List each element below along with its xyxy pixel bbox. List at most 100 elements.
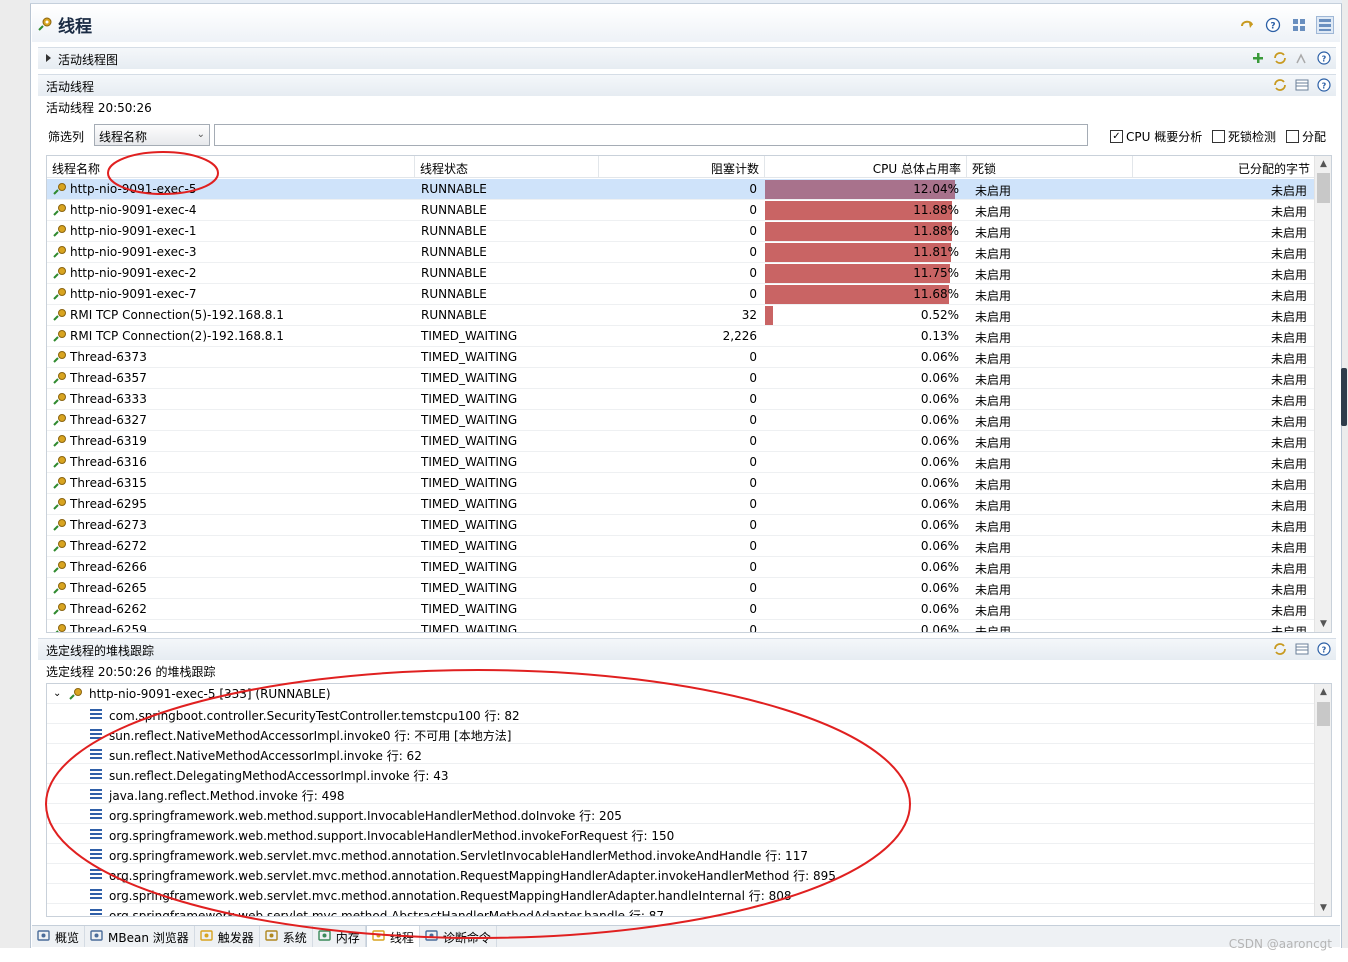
scroll-thumb[interactable] (1317, 702, 1330, 726)
cpu-profiling-checkbox[interactable]: ✓ CPU 概要分析 (1110, 128, 1202, 145)
help-icon[interactable]: ? (1316, 50, 1332, 66)
grid-layout-icon[interactable] (1290, 16, 1308, 34)
tab-trigger[interactable]: 触发器 (195, 926, 260, 947)
thread-deadlock: 未启用 (975, 457, 1012, 471)
thread-icon (53, 456, 66, 468)
table-row[interactable]: RMI TCP Connection(5)-192.168.8.1 RUNNABL… (47, 305, 1315, 326)
stack-frame-row[interactable]: org.springframework.web.servlet.mvc.meth… (47, 864, 1331, 884)
table-row[interactable]: http-nio-9091-exec-4 RUNNABLE 0 11.88% 未启用 未启… (47, 200, 1315, 221)
tab-thread[interactable]: 线程 (365, 926, 420, 947)
table-row[interactable]: Thread-6373 TIMED_WAITING 0 0.06% 未启用 未启用 (47, 347, 1315, 368)
table-row[interactable]: Thread-6266 TIMED_WAITING 0 0.06% 未启用 未启用 (47, 557, 1315, 578)
stack-scrollbar[interactable]: ▲ ▼ (1314, 684, 1331, 916)
tab-mbean[interactable]: MBean 浏览器 (85, 926, 195, 947)
table-row[interactable]: Thread-6327 TIMED_WAITING 0 0.06% 未启用 未启用 (47, 410, 1315, 431)
section-thread-graph[interactable]: 活动线程图 ? (38, 47, 1336, 69)
column-header-allocated[interactable]: 已分配的字节 (1133, 156, 1315, 178)
thread-deadlock: 未启用 (975, 331, 1012, 345)
table-row[interactable]: Thread-6295 TIMED_WAITING 0 0.06% 未启用 未启用 (47, 494, 1315, 515)
table-row[interactable]: http-nio-9091-exec-3 RUNNABLE 0 11.81% 未启用 未启… (47, 242, 1315, 263)
scroll-down-icon[interactable]: ▼ (1315, 616, 1331, 632)
thread-deadlock: 未启用 (975, 415, 1012, 429)
table-row[interactable]: Thread-6273 TIMED_WAITING 0 0.06% 未启用 未启用 (47, 515, 1315, 536)
svg-text:?: ? (1322, 646, 1327, 655)
system-icon (265, 930, 278, 941)
refresh-icon[interactable] (1272, 77, 1288, 93)
table-row[interactable]: Thread-6316 TIMED_WAITING 0 0.06% 未启用 未启用 (47, 452, 1315, 473)
table-row[interactable]: Thread-6315 TIMED_WAITING 0 0.06% 未启用 未启用 (47, 473, 1315, 494)
checkbox-box[interactable] (1212, 130, 1225, 143)
table-settings-icon[interactable] (1294, 77, 1310, 93)
stack-frame-row[interactable]: org.springframework.web.servlet.mvc.meth… (47, 904, 1331, 916)
checkbox-box[interactable] (1286, 130, 1299, 143)
stack-frame-row[interactable]: sun.reflect.DelegatingMethodAccessorImpl… (47, 764, 1331, 784)
table-row[interactable]: Thread-6333 TIMED_WAITING 0 0.06% 未启用 未启用 (47, 389, 1315, 410)
column-header-name[interactable]: 线程名称 (47, 156, 415, 178)
thread-blocked-count: 0 (749, 539, 757, 553)
scroll-up-icon[interactable]: ▲ (1315, 156, 1331, 172)
chart-settings-icon[interactable] (1294, 50, 1310, 66)
collapse-chevron-icon[interactable]: ⌄ (53, 688, 61, 699)
table-row[interactable]: http-nio-9091-exec-5 RUNNABLE 0 12.04% 未启用 未启… (47, 179, 1315, 200)
tab-memory[interactable]: 内存 (313, 926, 366, 947)
column-header-deadlock[interactable]: 死锁 (967, 156, 1133, 178)
table-row[interactable]: Thread-6262 TIMED_WAITING 0 0.06% 未启用 未启用 (47, 599, 1315, 620)
tab-diagnostic[interactable]: 诊断命令 (420, 926, 497, 947)
table-row[interactable]: Thread-6265 TIMED_WAITING 0 0.06% 未启用 未启用 (47, 578, 1315, 599)
thread-blocked-count: 0 (749, 434, 757, 448)
table-row[interactable]: Thread-6319 TIMED_WAITING 0 0.06% 未启用 未启用 (47, 431, 1315, 452)
table-scrollbar[interactable]: ▲ ▼ (1314, 156, 1331, 632)
stack-frame-text: org.springframework.web.servlet.mvc.meth… (109, 869, 836, 883)
table-row[interactable]: RMI TCP Connection(2)-192.168.8.1 TIMED_W… (47, 326, 1315, 347)
refresh-icon[interactable] (1272, 641, 1288, 657)
table-row[interactable]: http-nio-9091-exec-2 RUNNABLE 0 11.75% 未启用 未启… (47, 263, 1315, 284)
stack-frame-row[interactable]: org.springframework.web.servlet.mvc.meth… (47, 884, 1331, 904)
allocation-checkbox[interactable]: 分配 (1286, 128, 1326, 145)
tab-system[interactable]: 系统 (260, 926, 313, 947)
table-row[interactable]: Thread-6259 TIMED_WAITING 0 0.06% 未启用 未启用 (47, 620, 1315, 633)
column-header-blocked[interactable]: 阻塞计数 (599, 156, 765, 178)
stack-frame-row[interactable]: java.lang.reflect.Method.invoke 行: 498 (47, 784, 1331, 804)
filter-input[interactable] (214, 124, 1088, 146)
column-header-cpu[interactable]: CPU 总体占用率 (765, 156, 967, 178)
list-layout-icon[interactable] (1316, 16, 1334, 34)
stack-root-row[interactable]: ⌄ http-nio-9091-exec-5 [333] (RUNNABLE) (47, 684, 1331, 704)
column-header-state[interactable]: 线程状态 (415, 156, 599, 178)
refresh-icon[interactable] (1272, 50, 1288, 66)
table-row[interactable]: Thread-6357 TIMED_WAITING 0 0.06% 未启用 未启用 (47, 368, 1315, 389)
stack-frame-row[interactable]: sun.reflect.NativeMethodAccessorImpl.inv… (47, 724, 1331, 744)
help-icon[interactable]: ? (1264, 16, 1282, 34)
table-row[interactable]: http-nio-9091-exec-7 RUNNABLE 0 11.68% 未启用 未启… (47, 284, 1315, 305)
stack-frame-row[interactable]: org.springframework.web.method.support.I… (47, 824, 1331, 844)
add-icon[interactable] (1250, 50, 1266, 66)
tab-label: 内存 (335, 931, 360, 945)
header-toolbar: ? (1238, 16, 1334, 34)
stack-frame-row[interactable]: sun.reflect.NativeMethodAccessorImpl.inv… (47, 744, 1331, 764)
thread-cpu-value: 0.06% (920, 518, 959, 532)
stack-frame-row[interactable]: org.springframework.web.servlet.mvc.meth… (47, 844, 1331, 864)
scroll-up-icon[interactable]: ▲ (1315, 684, 1331, 700)
filter-column-select[interactable]: 线程名称 ⌄ (94, 124, 210, 146)
side-scroll-handle[interactable] (1341, 368, 1347, 426)
scroll-down-icon[interactable]: ▼ (1315, 900, 1331, 916)
stack-frame-row[interactable]: com.springboot.controller.SecurityTestCo… (47, 704, 1331, 724)
thread-allocated: 未启用 (1270, 184, 1307, 198)
table-settings-icon[interactable] (1294, 641, 1310, 657)
stack-frame-row[interactable]: org.springframework.web.method.support.I… (47, 804, 1331, 824)
thread-blocked-count: 0 (749, 623, 757, 633)
thread-name: RMI TCP Connection(5)-192.168.8.1 (70, 308, 284, 322)
thread-icon (53, 351, 66, 363)
table-row[interactable]: Thread-6272 TIMED_WAITING 0 0.06% 未启用 未启用 (47, 536, 1315, 557)
scroll-thumb[interactable] (1317, 173, 1330, 203)
checkbox-box[interactable]: ✓ (1110, 130, 1123, 143)
table-row[interactable]: http-nio-9091-exec-1 RUNNABLE 0 11.88% 未启用 未启… (47, 221, 1315, 242)
help-icon[interactable]: ? (1316, 641, 1332, 657)
deadlock-detection-checkbox[interactable]: 死锁检测 (1212, 128, 1276, 145)
help-icon[interactable]: ? (1316, 77, 1332, 93)
thread-icon (53, 246, 66, 258)
thread-name: http-nio-9091-exec-4 (70, 203, 197, 217)
refresh-icon[interactable] (1238, 16, 1256, 34)
thread-name: http-nio-9091-exec-7 (70, 287, 197, 301)
tab-overview[interactable]: 概览 (32, 926, 86, 947)
expand-triangle-icon[interactable] (46, 54, 51, 62)
